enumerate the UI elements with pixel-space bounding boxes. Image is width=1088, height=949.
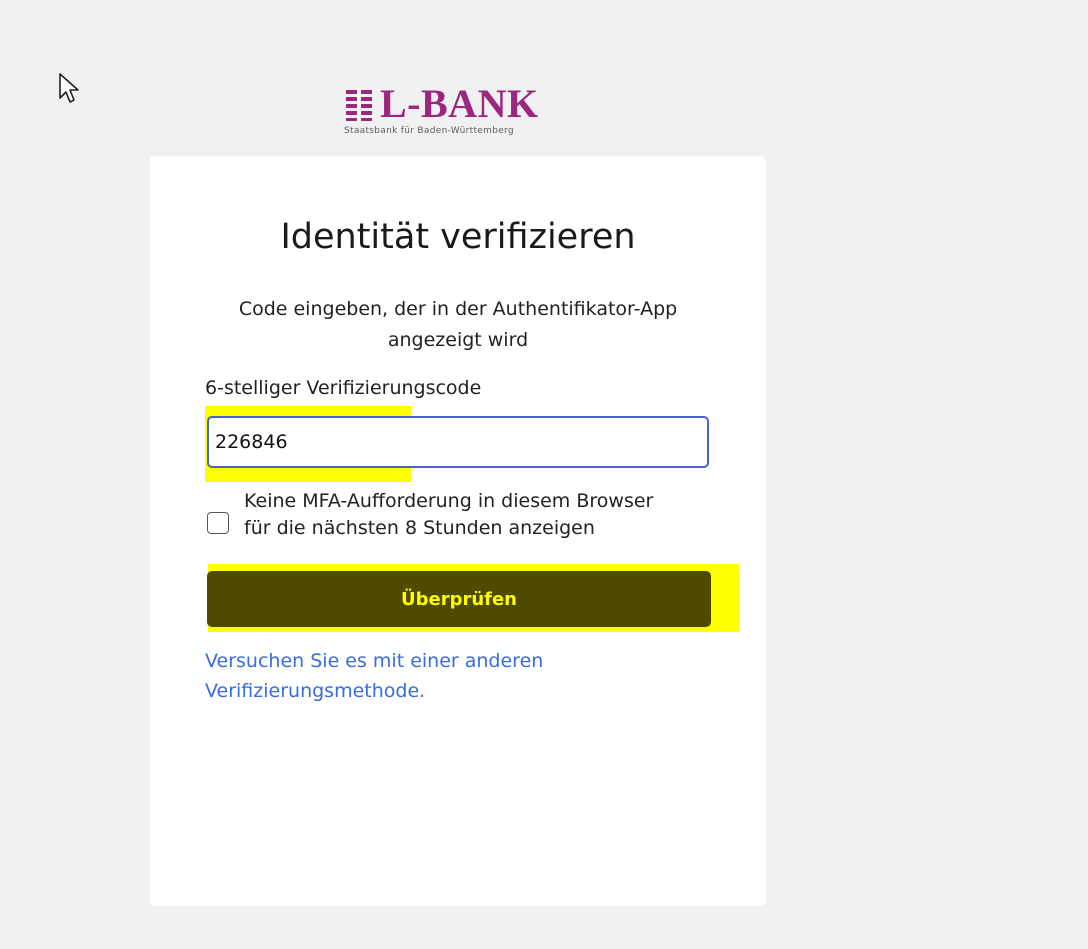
verification-code-input[interactable] <box>211 420 697 464</box>
remember-mfa-checkbox[interactable] <box>207 512 229 534</box>
page: L-BANK Staatsbank für Baden-Württemberg … <box>0 0 1088 949</box>
coat-of-arms-icon <box>346 88 372 122</box>
instructions-text: Code eingeben, der in der Authentifikato… <box>238 298 678 351</box>
logo-wordmark: L-BANK <box>380 81 539 126</box>
page-title: Identität verifizieren <box>280 217 636 257</box>
alternate-method-link[interactable]: Versuchen Sie es mit einer anderen Verif… <box>205 646 625 706</box>
code-field-frame <box>207 416 709 468</box>
logo-tagline: Staatsbank für Baden-Württemberg <box>344 126 514 136</box>
l-bank-logo: L-BANK Staatsbank für Baden-Württemberg <box>340 81 580 144</box>
remember-mfa-label[interactable]: Keine MFA-Aufforderung in diesem Browser… <box>244 488 664 542</box>
code-field-label: 6-stelliger Verifizierungscode <box>205 377 482 399</box>
mouse-pointer-icon <box>59 73 79 103</box>
verification-card: Identität verifizieren Code eingeben, de… <box>150 156 766 906</box>
verify-button[interactable]: Überprüfen <box>207 571 711 627</box>
